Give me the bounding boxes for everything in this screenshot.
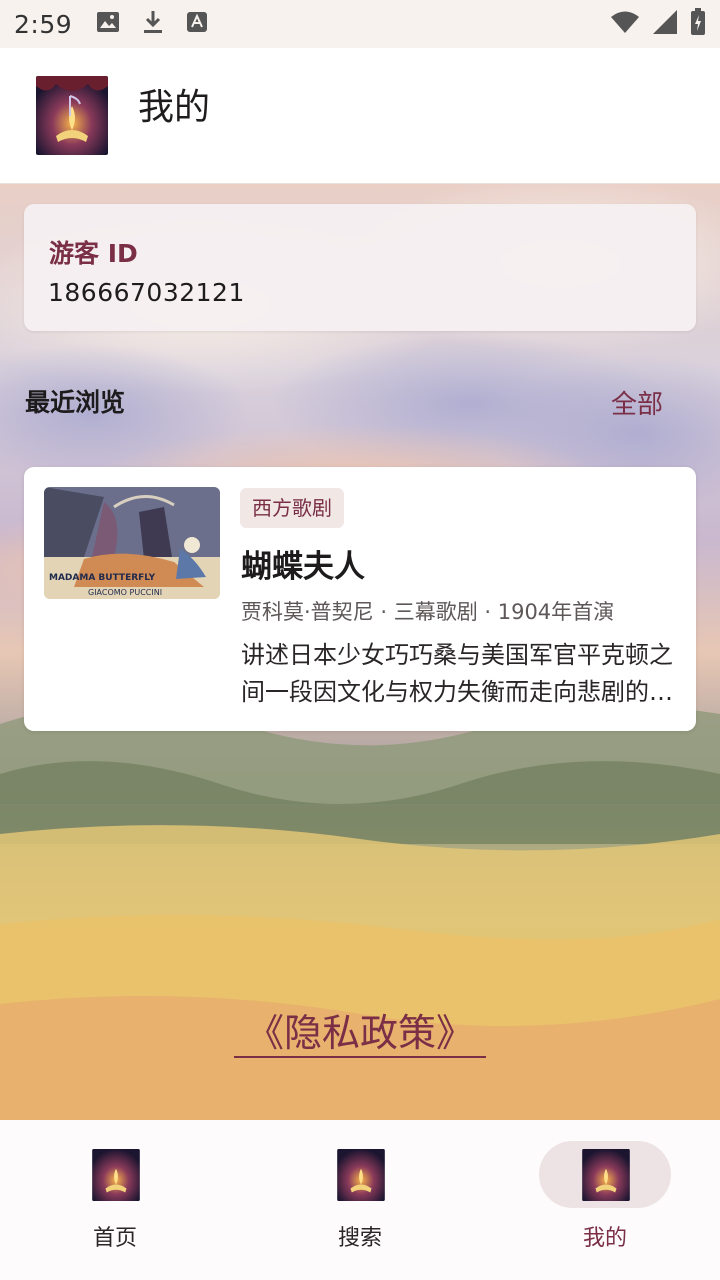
guest-id-label: 游客 ID bbox=[49, 239, 138, 268]
opera-meta: 贾科莫·普契尼 · 三幕歌剧 · 1904年首演 bbox=[241, 600, 615, 624]
image-icon bbox=[96, 11, 120, 37]
home-logo-icon bbox=[92, 1149, 140, 1201]
battery-icon bbox=[690, 8, 706, 40]
opera-poster-thumbnail: MADAMA BUTTERFLY GIACOMO PUCCINI bbox=[44, 487, 220, 599]
guest-id-card: 游客 ID 186667032121 bbox=[24, 204, 696, 331]
recent-opera-card[interactable]: MADAMA BUTTERFLY GIACOMO PUCCINI 西方歌剧 蝴蝶… bbox=[24, 467, 696, 731]
search-logo-icon bbox=[337, 1149, 385, 1201]
nav-item-search[interactable]: 搜索 bbox=[240, 1120, 480, 1280]
download-icon bbox=[142, 9, 164, 39]
a-notification-icon bbox=[186, 11, 208, 37]
privacy-policy-link[interactable]: 《隐私政策》 bbox=[234, 1010, 486, 1058]
opera-description: 讲述日本少女巧巧桑与美国军官平克顿之间一段因文化与权力失衡而走向悲剧的爱情故事。 bbox=[241, 641, 673, 706]
wifi-icon bbox=[610, 10, 640, 38]
view-all-link[interactable]: 全部 bbox=[611, 384, 663, 421]
recent-section-title: 最近浏览 bbox=[25, 388, 126, 417]
app-bar: 我的 bbox=[0, 48, 720, 184]
nav-label-search: 搜索 bbox=[337, 1226, 382, 1251]
status-time: 2:59 bbox=[14, 9, 73, 39]
mine-logo-icon bbox=[582, 1149, 630, 1201]
bottom-navigation: 首页 搜索 我的 bbox=[0, 1120, 720, 1280]
thumb-caption-composer: GIACOMO PUCCINI bbox=[88, 588, 162, 597]
thumb-caption-title: MADAMA BUTTERFLY bbox=[49, 573, 156, 583]
opera-title: 蝴蝶夫人 bbox=[241, 549, 365, 585]
nav-label-home: 首页 bbox=[92, 1226, 137, 1251]
nav-item-home[interactable]: 首页 bbox=[0, 1120, 240, 1280]
nav-label-mine: 我的 bbox=[582, 1226, 627, 1251]
signal-icon bbox=[652, 9, 678, 39]
status-bar: 2:59 bbox=[0, 0, 720, 48]
page-title: 我的 bbox=[138, 87, 211, 128]
opera-genre-tag: 西方歌剧 bbox=[240, 488, 344, 528]
nav-item-mine[interactable]: 我的 bbox=[480, 1120, 720, 1280]
app-logo-icon bbox=[36, 76, 108, 155]
guest-id-value: 186667032121 bbox=[48, 278, 245, 307]
